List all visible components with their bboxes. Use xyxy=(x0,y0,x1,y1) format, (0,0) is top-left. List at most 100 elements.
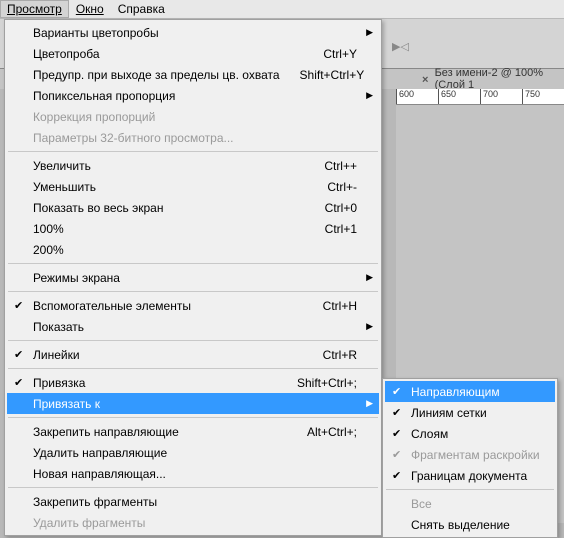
menu-item-shortcut: Ctrl+1 xyxy=(325,222,357,236)
menu-item-label: Привязка xyxy=(33,376,277,390)
snap-menu-item-линиям-сетки[interactable]: ✔ Линиям сетки xyxy=(385,402,555,423)
menu-item-label: 100% xyxy=(33,222,305,236)
menu-item-shortcut: Ctrl+Y xyxy=(323,47,357,61)
menu-item-label: Снять выделение xyxy=(411,518,533,532)
check-icon: ✔ xyxy=(14,376,23,389)
view-menu-item-новая-направляющая[interactable]: Новая направляющая... xyxy=(7,463,379,484)
menu-item-label: Фрагментам раскройки xyxy=(411,448,540,462)
horizontal-ruler: 600650700750 xyxy=(396,89,564,105)
menu-item-label: Линиям сетки xyxy=(411,406,533,420)
view-menu-item-separator xyxy=(8,291,378,292)
snap-to-submenu: ✔ Направляющим ✔ Линиям сетки ✔ Слоям ✔ Фрагмен… xyxy=(382,378,558,538)
snap-menu-item-separator xyxy=(386,489,554,490)
snap-menu-item-границам-документа[interactable]: ✔ Границам документа xyxy=(385,465,555,486)
view-menu-item-режимы-экрана[interactable]: Режимы экрана ▶ xyxy=(7,267,379,288)
view-menu-item-закрепить-фрагменты[interactable]: Закрепить фрагменты xyxy=(7,491,379,512)
snap-menu-item-все: Все xyxy=(385,493,555,514)
view-menu-item-цветопроба[interactable]: Цветопроба Ctrl+Y xyxy=(7,43,379,64)
menu-item-shortcut: Ctrl+- xyxy=(327,180,357,194)
menu-item-label: Параметры 32-битного просмотра... xyxy=(33,131,357,145)
view-menu-item-separator xyxy=(8,487,378,488)
view-menu-item-линейки[interactable]: ✔ Линейки Ctrl+R xyxy=(7,344,379,365)
menu-item-label: Удалить направляющие xyxy=(33,446,357,460)
document-tab-title[interactable]: Без имени-2 @ 100% (Слой 1 xyxy=(435,67,564,91)
submenu-arrow-icon: ▶ xyxy=(366,272,373,283)
check-icon: ✔ xyxy=(14,299,23,312)
view-menu: Варианты цветопробы ▶ Цветопроба Ctrl+Y Пред… xyxy=(4,19,382,536)
view-menu-item-варианты-цветопробы[interactable]: Варианты цветопробы ▶ xyxy=(7,22,379,43)
menu-item-label: Попиксельная пропорция xyxy=(33,89,357,103)
menubar-window[interactable]: Окно xyxy=(69,0,111,18)
check-icon: ✔ xyxy=(392,385,401,398)
view-menu-item-показать[interactable]: Показать ▶ xyxy=(7,316,379,337)
menubar-help[interactable]: Справка xyxy=(111,0,172,18)
view-menu-item-показать-во-весь-экран[interactable]: Показать во весь экран Ctrl+0 xyxy=(7,197,379,218)
menu-item-label: Коррекция пропорций xyxy=(33,110,357,124)
menu-item-label: Линейки xyxy=(33,348,303,362)
menu-item-label: Уменьшить xyxy=(33,180,307,194)
snap-menu-item-направляющим[interactable]: ✔ Направляющим xyxy=(385,381,555,402)
view-menu-item-привязать-к[interactable]: Привязать к ▶ xyxy=(7,393,379,414)
menu-item-label: Все xyxy=(411,497,533,511)
menu-item-label: Границам документа xyxy=(411,469,533,483)
menu-item-label: Режимы экрана xyxy=(33,271,357,285)
submenu-arrow-icon: ▶ xyxy=(366,90,373,101)
menu-item-shortcut: Ctrl+R xyxy=(323,348,357,362)
ruler-tick: 650 xyxy=(438,89,480,105)
menu-item-label: Предупр. при выходе за пределы цв. охват… xyxy=(33,68,280,82)
menu-item-shortcut: Shift+Ctrl+; xyxy=(297,376,357,390)
menu-item-label: Варианты цветопробы xyxy=(33,26,357,40)
menu-item-label: Показать xyxy=(33,320,357,334)
check-icon: ✔ xyxy=(392,406,401,419)
menu-item-label: Привязать к xyxy=(33,397,357,411)
view-menu-item-100[interactable]: 100% Ctrl+1 xyxy=(7,218,379,239)
check-icon: ✔ xyxy=(392,469,401,482)
menu-item-shortcut: Ctrl+H xyxy=(323,299,357,313)
view-menu-item-200[interactable]: 200% xyxy=(7,239,379,260)
submenu-arrow-icon: ▶ xyxy=(366,321,373,332)
menubar-view[interactable]: Просмотр xyxy=(0,0,69,18)
view-menu-item-попиксельная-пропорция[interactable]: Попиксельная пропорция ▶ xyxy=(7,85,379,106)
close-icon[interactable]: × xyxy=(422,74,431,84)
view-menu-item-separator xyxy=(8,263,378,264)
snap-menu-item-слоям[interactable]: ✔ Слоям xyxy=(385,423,555,444)
view-menu-item-уменьшить[interactable]: Уменьшить Ctrl+- xyxy=(7,176,379,197)
menubar: Просмотр Окно Справка xyxy=(0,0,564,19)
menu-item-shortcut: Shift+Ctrl+Y xyxy=(300,68,365,82)
menu-item-label: Новая направляющая... xyxy=(33,467,357,481)
view-menu-item-separator xyxy=(8,151,378,152)
submenu-arrow-icon: ▶ xyxy=(366,398,373,409)
snap-menu-item-фрагментам-раскройки: ✔ Фрагментам раскройки xyxy=(385,444,555,465)
view-menu-item-параметры-32-битного-просмотра: Параметры 32-битного просмотра... xyxy=(7,127,379,148)
check-icon: ✔ xyxy=(392,448,401,461)
menu-item-shortcut: Ctrl+0 xyxy=(325,201,357,215)
check-icon: ✔ xyxy=(14,348,23,361)
menu-item-label: Закрепить фрагменты xyxy=(33,495,357,509)
snap-menu-item-снять-выделение[interactable]: Снять выделение xyxy=(385,514,555,535)
menu-item-label: Направляющим xyxy=(411,385,533,399)
video-icon: ▶◁ xyxy=(392,40,409,53)
ruler-tick: 750 xyxy=(522,89,564,105)
menu-item-label: Закрепить направляющие xyxy=(33,425,287,439)
ruler-tick: 600 xyxy=(396,89,438,105)
view-menu-item-separator xyxy=(8,368,378,369)
menu-item-shortcut: Ctrl++ xyxy=(324,159,357,173)
menu-item-label: Вспомогательные элементы xyxy=(33,299,303,313)
view-menu-item-коррекция-пропорций: Коррекция пропорций xyxy=(7,106,379,127)
view-menu-item-привязка[interactable]: ✔ Привязка Shift+Ctrl+; xyxy=(7,372,379,393)
view-menu-item-предупр-при-выходе-за-пределы-цв-охвата[interactable]: Предупр. при выходе за пределы цв. охват… xyxy=(7,64,379,85)
menu-item-label: Показать во весь экран xyxy=(33,201,305,215)
view-menu-item-separator xyxy=(8,340,378,341)
menu-item-shortcut: Alt+Ctrl+; xyxy=(307,425,357,439)
view-menu-item-вспомогательные-элементы[interactable]: ✔ Вспомогательные элементы Ctrl+H xyxy=(7,295,379,316)
view-menu-item-увеличить[interactable]: Увеличить Ctrl++ xyxy=(7,155,379,176)
menu-item-label: 200% xyxy=(33,243,357,257)
menu-item-label: Цветопроба xyxy=(33,47,303,61)
check-icon: ✔ xyxy=(392,427,401,440)
menu-item-label: Увеличить xyxy=(33,159,304,173)
view-menu-item-удалить-направляющие[interactable]: Удалить направляющие xyxy=(7,442,379,463)
ruler-tick: 700 xyxy=(480,89,522,105)
menu-item-label: Слоям xyxy=(411,427,533,441)
submenu-arrow-icon: ▶ xyxy=(366,27,373,38)
view-menu-item-закрепить-направляющие[interactable]: Закрепить направляющие Alt+Ctrl+; xyxy=(7,421,379,442)
